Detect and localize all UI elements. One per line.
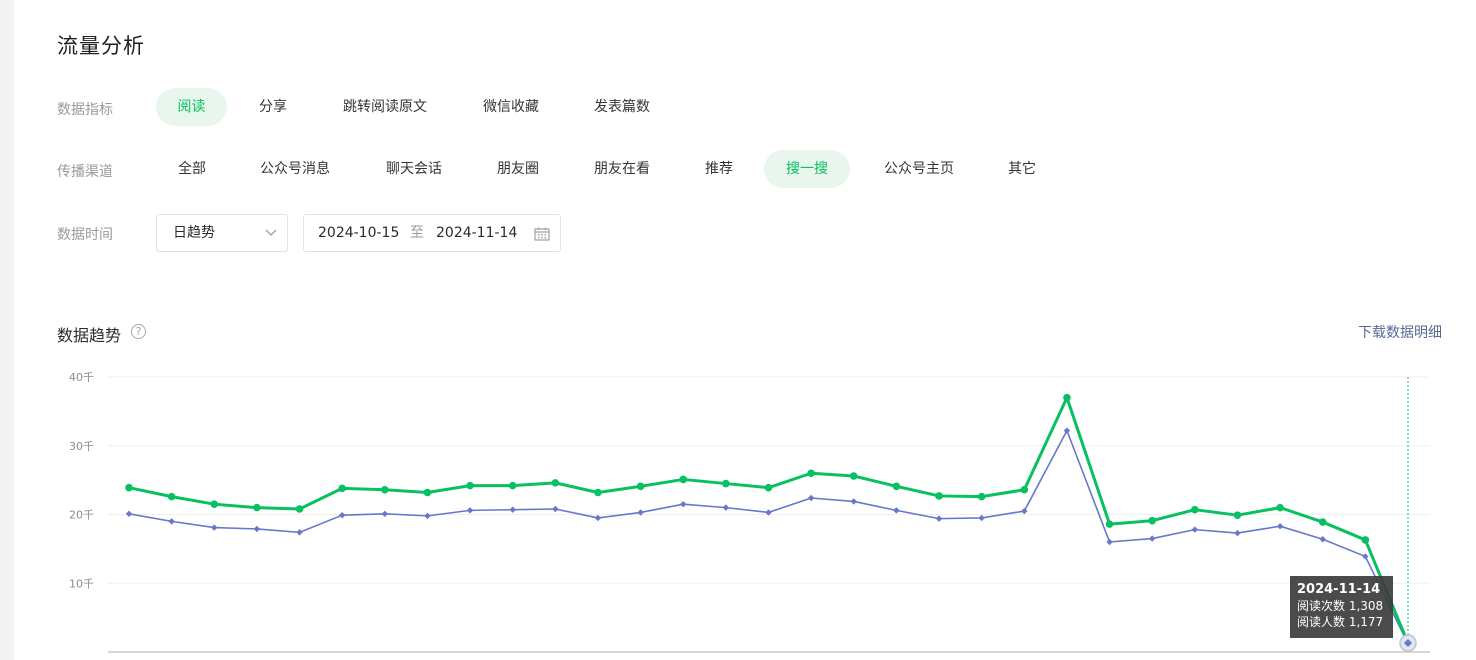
tooltip-readers: 阅读人数 1,177 [1297,615,1384,629]
channel-tab-official-home[interactable]: 公众号主页 [868,150,970,188]
point-readers [1362,553,1369,560]
point-reads [1063,393,1071,402]
end-date[interactable]: 2024-11-14 [436,215,517,251]
point-readers [594,514,602,522]
granularity-select[interactable]: 日趋势 [156,214,288,252]
point-readers [509,506,516,513]
point-reads [125,483,133,492]
point-readers [1149,535,1156,542]
point-reads [508,481,517,490]
metric-tab-shares[interactable]: 分享 [240,88,306,126]
point-reads [167,492,176,501]
point-reads [551,479,560,487]
point-readers [552,505,559,513]
calendar-icon[interactable] [534,227,550,241]
point-readers [850,498,857,505]
metric-tab-post-count[interactable]: 发表篇数 [577,88,667,126]
point-readers [807,494,815,502]
point-reads [679,475,688,484]
metric-tab-favorites[interactable]: 微信收藏 [465,88,557,126]
point-reads [1318,518,1327,526]
point-reads [210,500,219,508]
point-readers [381,510,388,518]
channel-tab-all[interactable]: 全部 [160,150,224,188]
point-reads [1020,485,1029,494]
point-readers [1106,538,1113,546]
download-detail-link[interactable]: 下载数据明细 [1358,322,1442,342]
y-tick-label: 10千 [69,577,94,590]
point-readers [168,518,175,525]
point-reads [466,481,474,490]
trend-section-title: 数据趋势 [57,326,122,345]
tooltip-reads: 阅读次数 1,308 [1297,599,1384,613]
channel-tab-chat[interactable]: 聊天会话 [369,150,459,188]
help-icon[interactable]: ? [131,324,146,339]
point-reads [807,469,815,478]
point-readers [935,515,943,522]
time-row-label: 数据时间 [57,227,113,243]
point-readers [1021,507,1028,515]
point-reads [423,488,432,497]
series-line-readers [128,429,1409,645]
channel-tab-official-message[interactable]: 公众号消息 [244,150,346,188]
point-reads [253,503,261,512]
point-reads [594,488,602,497]
channel-tab-other[interactable]: 其它 [992,150,1052,188]
point-reads [1361,536,1370,544]
point-reads [1191,505,1199,514]
point-reads [892,482,901,491]
metric-tab-read-original[interactable]: 跳转阅读原文 [325,88,445,126]
point-readers [680,500,687,508]
point-reads [636,482,645,491]
chart-tooltip: 2024-11-14 阅读次数 1,308 阅读人数 1,177 [1290,576,1393,638]
point-readers [296,529,303,536]
point-reads [722,479,730,488]
point-reads [977,492,986,501]
point-reads [1105,520,1114,528]
channel-tab-moments[interactable]: 朋友圈 [481,150,555,188]
date-separator: 至 [410,225,424,241]
point-reads [381,485,389,494]
point-readers [1191,526,1199,533]
channel-tab-friends-watching[interactable]: 朋友在看 [577,150,667,188]
page-title: 流量分析 [57,34,145,58]
tooltip-date: 2024-11-14 [1297,582,1381,597]
point-readers [722,504,730,511]
date-range-picker[interactable]: 2024-10-15 至 2024-11-14 [303,214,561,252]
point-readers [253,525,261,533]
point-readers [424,512,431,520]
point-readers [1319,536,1326,543]
point-reads [849,472,858,480]
metric-row-label: 数据指标 [57,102,113,118]
channel-tab-search[interactable]: 搜一搜 [764,150,850,188]
point-readers [978,514,985,522]
point-reads [935,492,943,500]
metric-tab-reads[interactable]: 阅读 [156,88,227,126]
point-readers [1063,427,1071,434]
point-readers [1234,529,1241,537]
y-tick-label: 20千 [69,509,94,522]
point-reads [338,484,346,493]
chevron-down-icon [265,229,277,236]
point-reads [1276,503,1284,512]
series-line-reads [128,396,1410,644]
y-tick-label: 30千 [69,440,94,453]
trend-line-chart[interactable]: 10千 20千 30千 40千 [0,360,1476,660]
y-tick-label: 40千 [69,371,94,384]
start-date[interactable]: 2024-10-15 [318,215,399,251]
point-reads [295,505,304,513]
point-readers [211,524,218,531]
point-readers [338,511,346,519]
point-readers [893,507,900,514]
channel-tab-recommend[interactable]: 推荐 [690,150,748,188]
point-readers [1276,522,1284,530]
granularity-value: 日趋势 [173,225,215,241]
point-reads [1233,511,1242,519]
point-readers [125,510,133,518]
channel-row-label: 传播渠道 [57,164,113,180]
point-reads [1148,516,1156,525]
point-reads [764,483,773,492]
point-readers [466,507,474,514]
